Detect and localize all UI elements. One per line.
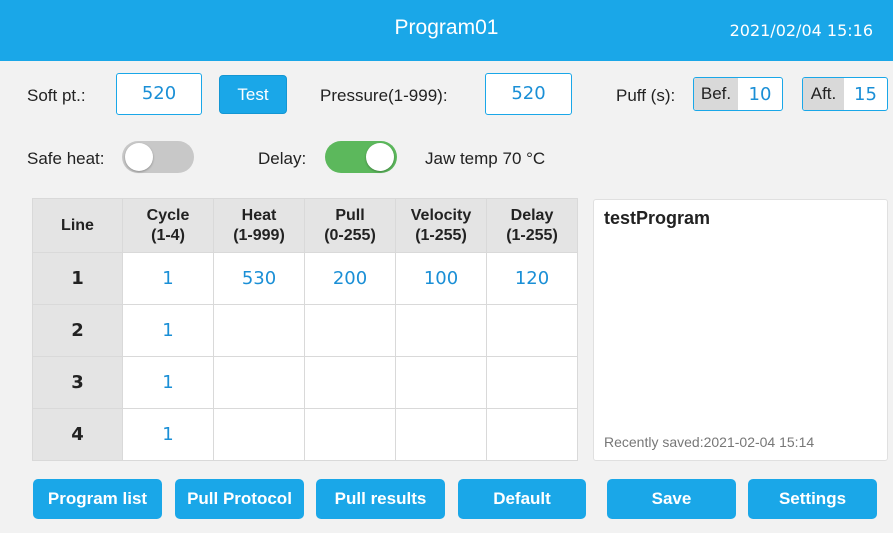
line-number-cell: 3 <box>32 356 123 409</box>
cycle-cell[interactable]: 1 <box>122 408 214 461</box>
program-list-button[interactable]: Program list <box>33 479 162 519</box>
cycle-cell[interactable]: 1 <box>122 304 214 357</box>
heat-cell[interactable] <box>213 356 305 409</box>
pull-cell[interactable] <box>304 304 396 357</box>
puff-after-label: Aft. <box>803 78 844 110</box>
toggle-knob <box>125 143 153 171</box>
table-row: 3 1 <box>32 356 578 409</box>
jaw-temp-label: Jaw temp <box>425 149 498 168</box>
puff-before-field[interactable]: Bef. 10 <box>693 77 783 111</box>
line-number-cell: 2 <box>32 304 123 357</box>
table-row: 1 1 530 200 100 120 <box>32 252 578 305</box>
delay-cell[interactable] <box>486 356 578 409</box>
puff-after-value[interactable]: 15 <box>844 78 887 110</box>
pull-protocol-button[interactable]: Pull Protocol <box>175 479 304 519</box>
pressure-input[interactable]: 520 <box>485 73 572 115</box>
delay-cell[interactable] <box>486 304 578 357</box>
table-row: 4 1 <box>32 408 578 461</box>
pull-cell[interactable] <box>304 356 396 409</box>
toggle-knob <box>366 143 394 171</box>
velocity-cell[interactable] <box>395 356 487 409</box>
delay-label: Delay: <box>258 149 307 168</box>
column-header-line: Line <box>32 198 123 253</box>
settings-button[interactable]: Settings <box>748 479 877 519</box>
table-row: 2 1 <box>32 304 578 357</box>
cycle-cell[interactable]: 1 <box>122 252 214 305</box>
safe-heat-label: Safe heat: <box>27 149 105 168</box>
cycle-cell[interactable]: 1 <box>122 356 214 409</box>
program-notes-panel[interactable]: testProgram Recently saved:2021-02-04 15… <box>593 199 888 461</box>
soft-pt-label: Soft pt.: <box>27 86 86 105</box>
delay-cell[interactable]: 120 <box>486 252 578 305</box>
puff-before-value[interactable]: 10 <box>738 78 782 110</box>
pull-cell[interactable] <box>304 408 396 461</box>
column-header-velocity: Velocity (1-255) <box>395 198 487 253</box>
pull-cell[interactable]: 200 <box>304 252 396 305</box>
test-button[interactable]: Test <box>219 75 287 114</box>
puff-before-label: Bef. <box>694 78 738 110</box>
recently-saved-text: Recently saved:2021-02-04 15:14 <box>604 434 815 450</box>
column-header-heat: Heat (1-999) <box>213 198 305 253</box>
datetime: 2021/02/04 15:16 <box>729 21 873 40</box>
heat-cell[interactable] <box>213 304 305 357</box>
pressure-label: Pressure(1-999): <box>320 86 448 105</box>
puff-after-field[interactable]: Aft. 15 <box>802 77 888 111</box>
soft-pt-input[interactable]: 520 <box>116 73 202 115</box>
program-name: testProgram <box>604 208 711 228</box>
column-header-delay: Delay (1-255) <box>486 198 578 253</box>
delay-toggle[interactable] <box>325 141 397 173</box>
velocity-cell[interactable] <box>395 408 487 461</box>
program-table: Line Cycle (1-4) Heat (1-999) Pull (0-255) … <box>32 198 578 461</box>
puff-label: Puff (s): <box>616 86 676 105</box>
heat-cell[interactable]: 530 <box>213 252 305 305</box>
safe-heat-toggle[interactable] <box>122 141 194 173</box>
jaw-temp: Jaw temp 70 °C <box>425 149 545 169</box>
pull-results-button[interactable]: Pull results <box>316 479 445 519</box>
line-number-cell: 1 <box>32 252 123 305</box>
save-button[interactable]: Save <box>607 479 736 519</box>
column-header-cycle: Cycle (1-4) <box>122 198 214 253</box>
velocity-cell[interactable] <box>395 304 487 357</box>
title-bar: Program01 2021/02/04 15:16 <box>0 0 893 61</box>
default-button[interactable]: Default <box>458 479 586 519</box>
column-header-pull: Pull (0-255) <box>304 198 396 253</box>
heat-cell[interactable] <box>213 408 305 461</box>
velocity-cell[interactable]: 100 <box>395 252 487 305</box>
delay-cell[interactable] <box>486 408 578 461</box>
line-number-cell: 4 <box>32 408 123 461</box>
jaw-temp-value: 70 °C <box>502 149 546 168</box>
